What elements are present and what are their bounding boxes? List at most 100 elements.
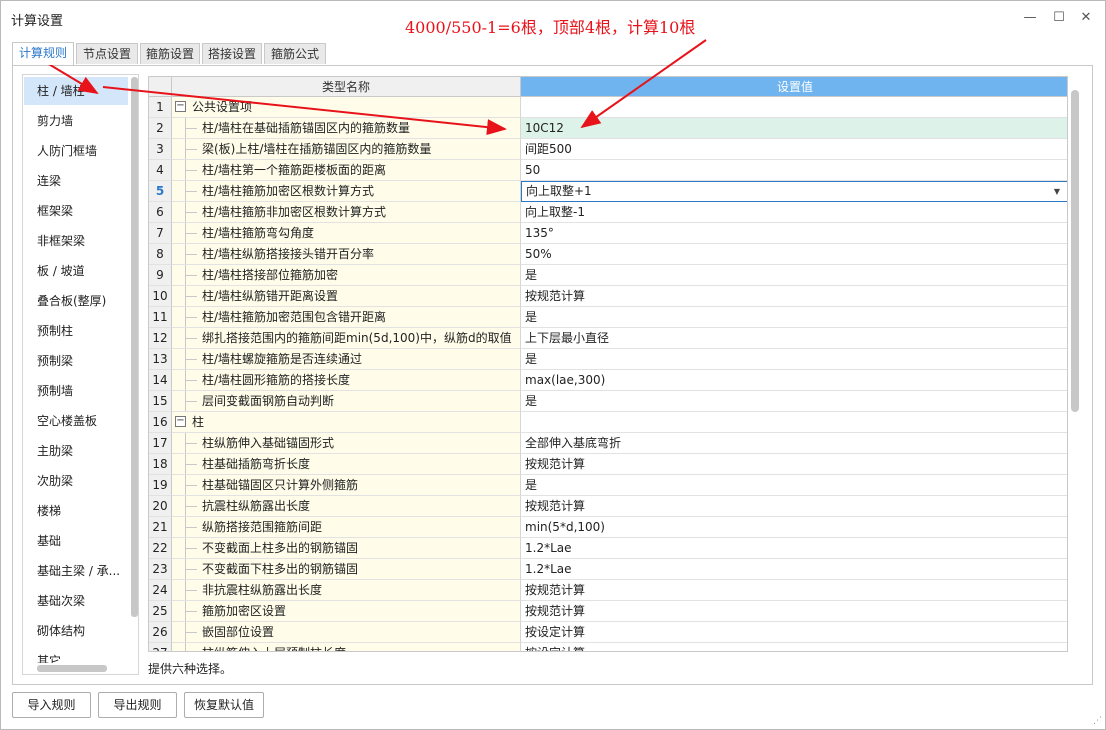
- table-row[interactable]: 23 不变截面下柱多出的钢筋锚固 1.2*Lae: [149, 559, 1067, 580]
- setting-value-cell[interactable]: 135°: [521, 223, 1067, 244]
- sidebar-item-masonry[interactable]: 砌体结构: [24, 617, 128, 645]
- table-row[interactable]: 9 柱/墙柱搭接部位箍筋加密 是: [149, 265, 1067, 286]
- sidebar-horizontal-scrollbar[interactable]: [37, 665, 107, 672]
- row-number: 2: [149, 118, 172, 139]
- sidebar-item-hollow-floor-slab[interactable]: 空心楼盖板: [24, 407, 128, 435]
- setting-value-cell[interactable]: 按规范计算: [521, 286, 1067, 307]
- sidebar-item-secondary-rib-beam[interactable]: 次肋梁: [24, 467, 128, 495]
- setting-value-dropdown[interactable]: 向上取整+1 ▼: [521, 181, 1067, 202]
- sidebar-item-foundation-main-beam[interactable]: 基础主梁 / 承...: [24, 557, 128, 585]
- setting-value-cell[interactable]: min(5*d,100): [521, 517, 1067, 538]
- sidebar-item-foundation-secondary-beam[interactable]: 基础次梁: [24, 587, 128, 615]
- sidebar-item-slab-ramp[interactable]: 板 / 坡道: [24, 257, 128, 285]
- collapse-icon[interactable]: −: [175, 416, 186, 427]
- setting-value-cell[interactable]: 是: [521, 349, 1067, 370]
- table-row[interactable]: 10 柱/墙柱纵筋错开距离设置 按规范计算: [149, 286, 1067, 307]
- table-row[interactable]: 7 柱/墙柱箍筋弯勾角度 135°: [149, 223, 1067, 244]
- table-row[interactable]: 8 柱/墙柱纵筋搭接接头错开百分率 50%: [149, 244, 1067, 265]
- table-row[interactable]: 20 抗震柱纵筋露出长度 按规范计算: [149, 496, 1067, 517]
- type-name-cell: 非抗震柱纵筋露出长度: [172, 580, 521, 601]
- setting-value-cell[interactable]: [521, 412, 1067, 433]
- table-row[interactable]: 4 柱/墙柱第一个箍筋距楼板面的距离 50: [149, 160, 1067, 181]
- table-row[interactable]: 27 柱纵筋伸入上层预制柱长度 按设定计算: [149, 643, 1067, 651]
- import-rules-button[interactable]: 导入规则: [12, 692, 91, 718]
- sidebar-item-precast-column[interactable]: 预制柱: [24, 317, 128, 345]
- setting-value-cell[interactable]: 间距500: [521, 139, 1067, 160]
- type-name-text: 梁(板)上柱/墙柱在插筋锚固区内的箍筋数量: [202, 142, 432, 156]
- sidebar-item-precast-wall[interactable]: 预制墙: [24, 377, 128, 405]
- tab-lap-settings[interactable]: 搭接设置: [202, 43, 262, 64]
- sidebar-item-shear-wall[interactable]: 剪力墙: [24, 107, 128, 135]
- table-row[interactable]: 2 柱/墙柱在基础插筋锚固区内的箍筋数量 10C12: [149, 118, 1067, 139]
- sidebar-item-non-frame-beam[interactable]: 非框架梁: [24, 227, 128, 255]
- sidebar-item-frame-beam[interactable]: 框架梁: [24, 197, 128, 225]
- setting-value-cell[interactable]: 按规范计算: [521, 580, 1067, 601]
- close-button[interactable]: ✕: [1079, 11, 1093, 25]
- setting-value-cell[interactable]: 1.2*Lae: [521, 538, 1067, 559]
- tab-node-settings[interactable]: 节点设置: [76, 43, 138, 64]
- setting-value-cell[interactable]: [521, 97, 1067, 118]
- export-rules-button[interactable]: 导出规则: [98, 692, 177, 718]
- minimize-button[interactable]: —: [1023, 11, 1037, 25]
- setting-value-cell[interactable]: 按规范计算: [521, 496, 1067, 517]
- sidebar-item-stair[interactable]: 楼梯: [24, 497, 128, 525]
- group-row[interactable]: 16− 柱: [149, 412, 1067, 433]
- table-row[interactable]: 22 不变截面上柱多出的钢筋锚固 1.2*Lae: [149, 538, 1067, 559]
- table-row[interactable]: 18 柱基础插筋弯折长度 按规范计算: [149, 454, 1067, 475]
- setting-value-text: 1.2*Lae: [525, 541, 572, 555]
- grid-vertical-scrollbar[interactable]: [1071, 90, 1079, 412]
- tab-stirrup-settings[interactable]: 箍筋设置: [140, 43, 200, 64]
- sidebar-item-civil-door-frame[interactable]: 人防门框墙: [24, 137, 128, 165]
- table-row[interactable]: 19 柱基础锚固区只计算外侧箍筋 是: [149, 475, 1067, 496]
- restore-defaults-button[interactable]: 恢复默认值: [184, 692, 264, 718]
- collapse-icon[interactable]: −: [175, 101, 186, 112]
- tab-stirrup-formula[interactable]: 箍筋公式: [264, 43, 326, 64]
- table-row[interactable]: 25 箍筋加密区设置 按规范计算: [149, 601, 1067, 622]
- setting-value-cell[interactable]: 50: [521, 160, 1067, 181]
- setting-value-cell[interactable]: 是: [521, 391, 1067, 412]
- type-name-header[interactable]: 类型名称: [172, 77, 521, 97]
- maximize-button[interactable]: ☐: [1052, 11, 1066, 25]
- setting-value-cell[interactable]: max(lae,300): [521, 370, 1067, 391]
- table-row[interactable]: 6 柱/墙柱箍筋非加密区根数计算方式 向上取整-1: [149, 202, 1067, 223]
- table-row[interactable]: 3 梁(板)上柱/墙柱在插筋锚固区内的箍筋数量 间距500: [149, 139, 1067, 160]
- sidebar-item-column[interactable]: 柱 / 墙柱: [24, 77, 128, 105]
- setting-value-cell[interactable]: 10C12: [521, 118, 1067, 139]
- setting-value-cell[interactable]: 是: [521, 307, 1067, 328]
- setting-value-cell[interactable]: 是: [521, 265, 1067, 286]
- group-row[interactable]: 1− 公共设置项: [149, 97, 1067, 118]
- tab-calc-rules[interactable]: 计算规则: [12, 42, 74, 65]
- sidebar-item-precast-beam[interactable]: 预制梁: [24, 347, 128, 375]
- sidebar-vertical-scrollbar[interactable]: [131, 77, 138, 617]
- sidebar-item-other[interactable]: 其它: [24, 647, 128, 663]
- table-row[interactable]: 12 绑扎搭接范围内的箍筋间距min(5d,100)中，纵筋d的取值 上下层最小直径: [149, 328, 1067, 349]
- table-row[interactable]: 21 纵筋搭接范围箍筋间距 min(5*d,100): [149, 517, 1067, 538]
- type-name-text: 非抗震柱纵筋露出长度: [202, 583, 323, 597]
- table-row[interactable]: 15 层间变截面钢筋自动判断 是: [149, 391, 1067, 412]
- sidebar-item-composite-slab[interactable]: 叠合板(整厚): [24, 287, 128, 315]
- sidebar-item-coupling-beam[interactable]: 连梁: [24, 167, 128, 195]
- table-row[interactable]: 5 柱/墙柱箍筋加密区根数计算方式 向上取整+1 ▼: [149, 181, 1067, 202]
- resize-grip-icon[interactable]: ⋰: [1093, 716, 1102, 726]
- setting-value-cell[interactable]: 按规范计算: [521, 454, 1067, 475]
- setting-value-cell[interactable]: 上下层最小直径: [521, 328, 1067, 349]
- table-row[interactable]: 14 柱/墙柱圆形箍筋的搭接长度 max(lae,300): [149, 370, 1067, 391]
- setting-value-cell[interactable]: 按规范计算: [521, 601, 1067, 622]
- table-row[interactable]: 17 柱纵筋伸入基础锚固形式 全部伸入基底弯折: [149, 433, 1067, 454]
- setting-value-cell[interactable]: 1.2*Lae: [521, 559, 1067, 580]
- setting-value-header[interactable]: 设置值: [521, 77, 1067, 97]
- setting-value-cell[interactable]: 50%: [521, 244, 1067, 265]
- table-row[interactable]: 13 柱/墙柱螺旋箍筋是否连续通过 是: [149, 349, 1067, 370]
- type-name-text: 嵌固部位设置: [202, 625, 275, 639]
- table-row[interactable]: 26 嵌固部位设置 按设定计算: [149, 622, 1067, 643]
- setting-value-cell[interactable]: 向上取整-1: [521, 202, 1067, 223]
- table-row[interactable]: 11 柱/墙柱箍筋加密范围包含错开距离 是: [149, 307, 1067, 328]
- chevron-down-icon[interactable]: ▼: [1054, 182, 1060, 201]
- setting-value-cell[interactable]: 全部伸入基底弯折: [521, 433, 1067, 454]
- sidebar-item-foundation[interactable]: 基础: [24, 527, 128, 555]
- table-row[interactable]: 24 非抗震柱纵筋露出长度 按规范计算: [149, 580, 1067, 601]
- sidebar-item-main-rib-beam[interactable]: 主肋梁: [24, 437, 128, 465]
- setting-value-cell[interactable]: 是: [521, 475, 1067, 496]
- setting-value-cell[interactable]: 按设定计算: [521, 622, 1067, 643]
- setting-value-cell[interactable]: 按设定计算: [521, 643, 1067, 651]
